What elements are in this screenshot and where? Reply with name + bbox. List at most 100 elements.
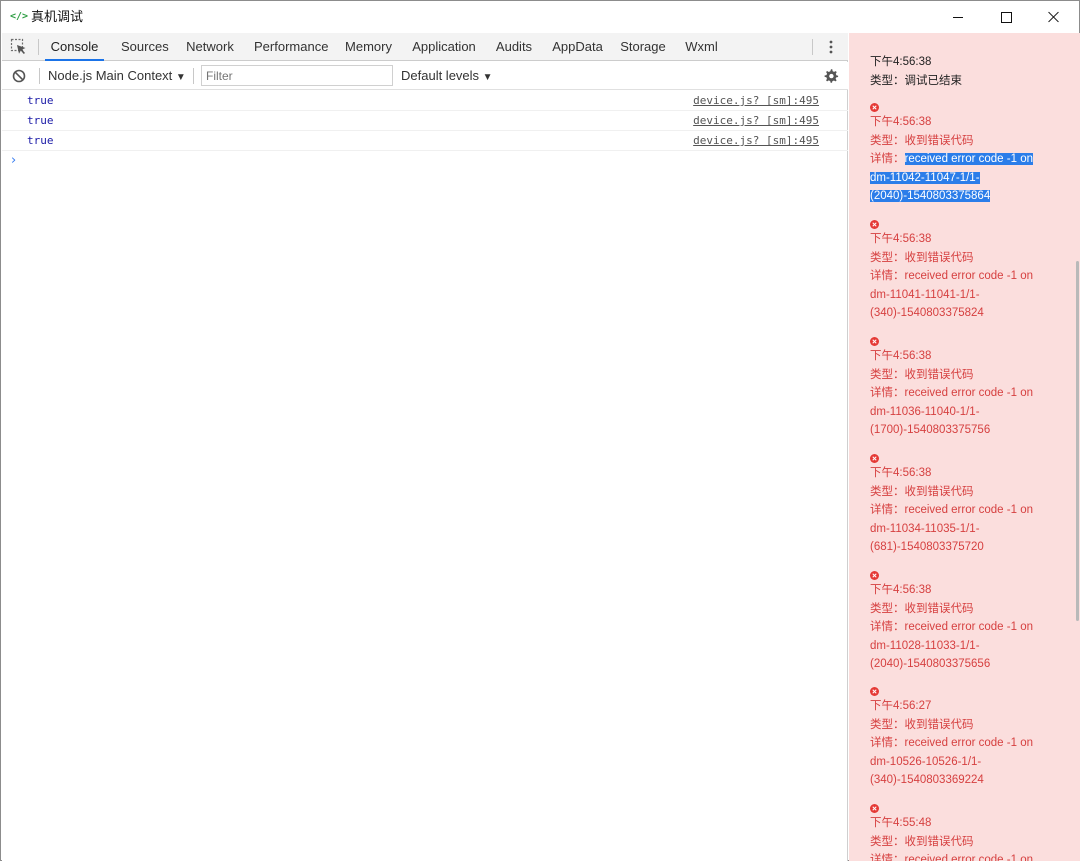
entry-detail-continued: dm-11036-11040-1/1- bbox=[870, 403, 1070, 422]
devtools-panel: Console Sources Network Performance Memory Ap… bbox=[2, 33, 848, 861]
error-icon bbox=[870, 804, 879, 813]
console-message-row: true device.js? [sm]:495 bbox=[2, 131, 848, 151]
entry-detail-text: dm-11042-11047-1/1- bbox=[870, 171, 980, 184]
entry-detail-text: received error code -1 on bbox=[904, 387, 1033, 400]
divider bbox=[812, 39, 813, 55]
error-icon bbox=[870, 687, 879, 696]
entry-time: 下午4:56:38 bbox=[870, 350, 932, 362]
divider bbox=[193, 68, 194, 84]
window-title: 真机调试 bbox=[31, 9, 84, 24]
entry-time: 下午4:56:38 bbox=[870, 56, 932, 68]
error-icon bbox=[870, 103, 879, 112]
dropdown-arrow-icon: ▼ bbox=[482, 72, 493, 83]
entry-detail-continued: dm-11042-11047-1/1- bbox=[870, 169, 1070, 188]
clear-console-icon[interactable] bbox=[12, 69, 26, 83]
entry-detail-text: received error code -1 on bbox=[904, 737, 1033, 750]
context-select-label: Node.js Main Context bbox=[48, 68, 173, 83]
tab-application[interactable]: Application bbox=[411, 33, 477, 61]
maximize-icon bbox=[1000, 11, 1012, 23]
error-icon bbox=[870, 571, 879, 580]
entry-detail-label: 详情： bbox=[870, 504, 905, 517]
devtools-tab-bar: Console Sources Network Performance Memory Ap… bbox=[2, 33, 848, 61]
error-entry: 下午4:55:48 类型：收到错误代码 详情：received error code… bbox=[870, 804, 1070, 861]
console-output: true device.js? [sm]:495 true device.js? [s… bbox=[2, 91, 848, 171]
error-icon bbox=[870, 220, 879, 229]
error-entry: 下午4:56:38 类型：收到错误代码详情：received error code… bbox=[870, 337, 1070, 440]
more-options-icon[interactable] bbox=[826, 39, 836, 55]
entry-detail-continued: dm-10526-10526-1/1- bbox=[870, 753, 1070, 772]
entry-detail-continued: (1700)-1540803375756 bbox=[870, 421, 1070, 440]
entry-detail-text: (2040)-1540803375656 bbox=[870, 658, 991, 671]
entry-type: 类型：收到错误代码 bbox=[870, 602, 974, 615]
entry-detail-text: dm-11036-11040-1/1- bbox=[870, 405, 980, 418]
entry-type: 类型：调试已结束 bbox=[870, 74, 962, 87]
divider bbox=[38, 39, 39, 55]
entry-detail: 详情：received error code -1 on bbox=[870, 501, 1070, 520]
scrollbar[interactable] bbox=[1074, 33, 1080, 861]
entry-detail-text: received error code -1 on bbox=[904, 153, 1033, 166]
tab-memory[interactable]: Memory bbox=[344, 33, 393, 61]
log-source-link[interactable]: device.js? [sm]:495 bbox=[693, 91, 819, 111]
maximize-button[interactable] bbox=[981, 1, 1031, 33]
entry-detail-text: received error code -1 on bbox=[904, 621, 1033, 634]
minimize-button[interactable] bbox=[933, 1, 983, 33]
entry-detail-text: (340)-1540803375824 bbox=[870, 307, 984, 320]
tab-console[interactable]: Console bbox=[45, 33, 104, 61]
tab-appdata[interactable]: AppData bbox=[551, 33, 604, 61]
close-button[interactable] bbox=[1029, 1, 1079, 33]
entry-detail-text: (340)-1540803369224 bbox=[870, 774, 984, 787]
tab-audits[interactable]: Audits bbox=[495, 33, 533, 61]
context-select[interactable]: Node.js Main Context ▼ bbox=[48, 62, 186, 90]
log-levels-select[interactable]: Default levels ▼ bbox=[401, 62, 493, 90]
status-entry: 下午4:56:38 类型：调试已结束 bbox=[870, 53, 1070, 90]
scrollbar-thumb[interactable] bbox=[1076, 261, 1079, 621]
entry-detail-text: dm-11041-11041-1/1- bbox=[870, 288, 980, 301]
entry-detail-text: dm-11028-11033-1/1- bbox=[870, 639, 980, 652]
entry-time: 下午4:56:38 bbox=[870, 584, 932, 596]
entry-detail-label: 详情： bbox=[870, 621, 905, 634]
entry-detail-continued: (340)-1540803369224 bbox=[870, 771, 1070, 790]
entry-type: 类型：收到错误代码 bbox=[870, 485, 974, 498]
entry-detail: 详情：received error code -1 on bbox=[870, 734, 1070, 753]
gear-icon[interactable] bbox=[823, 68, 839, 84]
title-bar: </> 真机调试 bbox=[1, 1, 1079, 33]
console-prompt[interactable]: › bbox=[2, 151, 848, 171]
error-icon bbox=[870, 454, 879, 463]
tab-storage[interactable]: Storage bbox=[620, 33, 666, 61]
tab-wxml[interactable]: Wxml bbox=[684, 33, 719, 61]
console-message-row: true device.js? [sm]:495 bbox=[2, 91, 848, 111]
error-entry: 下午4:56:38 类型：收到错误代码 详情：received error code… bbox=[870, 571, 1070, 674]
entry-detail-continued: (340)-1540803375824 bbox=[870, 304, 1070, 323]
entry-type: 类型：收到错误代码 bbox=[870, 368, 974, 381]
minimize-icon bbox=[953, 16, 963, 18]
log-source-link[interactable]: device.js? [sm]:495 bbox=[693, 131, 819, 151]
entry-detail-text: dm-10526-10526-1/1- bbox=[870, 755, 982, 768]
log-levels-label: Default levels bbox=[401, 68, 480, 83]
tab-network[interactable]: Network bbox=[185, 33, 235, 61]
entry-time: 下午4:56:38 bbox=[870, 233, 932, 245]
entry-detail-text: (2040)-1540803375864 bbox=[870, 190, 991, 203]
entry-detail-continued: dm-11034-11035-1/1- bbox=[870, 520, 1070, 539]
entry-detail-continued: (2040)-1540803375656 bbox=[870, 655, 1070, 674]
error-icon bbox=[870, 337, 879, 346]
debug-message-panel: 下午4:56:38 类型：调试已结束 下午4:56:38 类型：收到错误代码 详情：re… bbox=[849, 33, 1080, 861]
entry-detail: 详情：received error code -1 on bbox=[870, 267, 1070, 286]
entry-detail-text: (1700)-1540803375756 bbox=[870, 424, 991, 437]
entry-detail: 详情：received error code -1 on bbox=[870, 384, 1070, 403]
inspect-element-icon[interactable] bbox=[10, 38, 28, 56]
dropdown-arrow-icon: ▼ bbox=[175, 72, 186, 83]
entry-detail-text: dm-11034-11035-1/1- bbox=[870, 522, 980, 535]
close-icon bbox=[1048, 11, 1060, 23]
log-source-link[interactable]: device.js? [sm]:495 bbox=[693, 111, 819, 131]
prompt-chevron-icon: › bbox=[11, 153, 17, 168]
filter-input[interactable] bbox=[201, 65, 393, 86]
entry-time: 下午4:56:38 bbox=[870, 116, 932, 128]
entry-detail-continued: dm-11041-11041-1/1- bbox=[870, 286, 1070, 305]
tab-sources[interactable]: Sources bbox=[121, 33, 169, 61]
divider bbox=[39, 68, 40, 84]
devtools-window: </> 真机调试 Console Sources Network Performanc… bbox=[0, 0, 1080, 861]
log-value: true bbox=[27, 94, 54, 107]
tab-performance[interactable]: Performance bbox=[254, 33, 328, 61]
entry-detail-text: (681)-1540803375720 bbox=[870, 541, 984, 554]
console-filter-bar: Node.js Main Context ▼ Default levels ▼ bbox=[2, 62, 848, 90]
